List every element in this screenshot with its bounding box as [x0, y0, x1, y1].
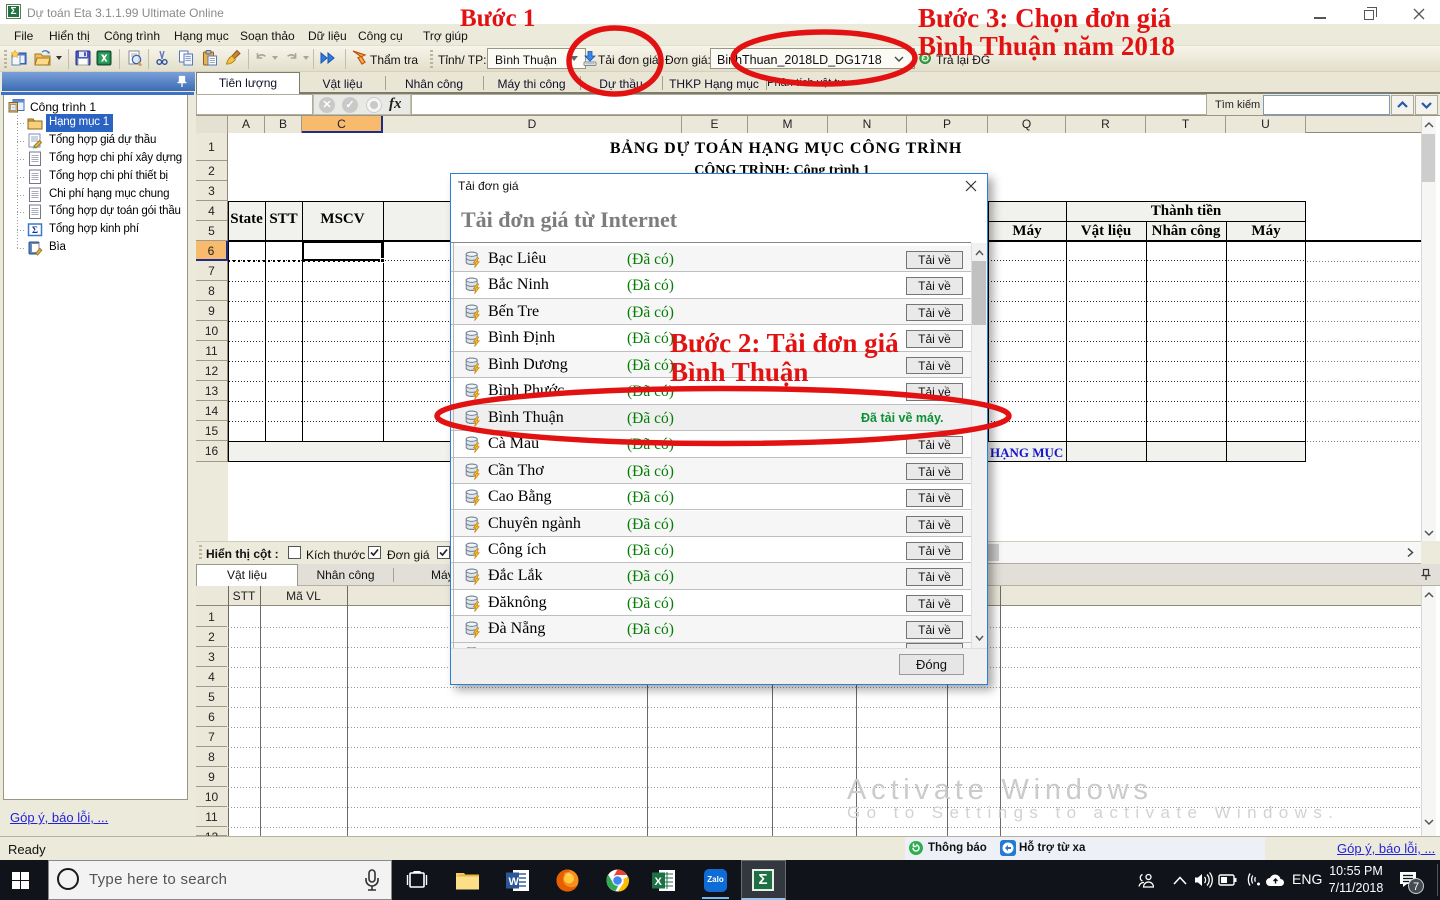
svg-text:X: X — [655, 876, 663, 888]
svg-text:W: W — [509, 876, 520, 888]
svg-text:Σ: Σ — [32, 225, 38, 235]
